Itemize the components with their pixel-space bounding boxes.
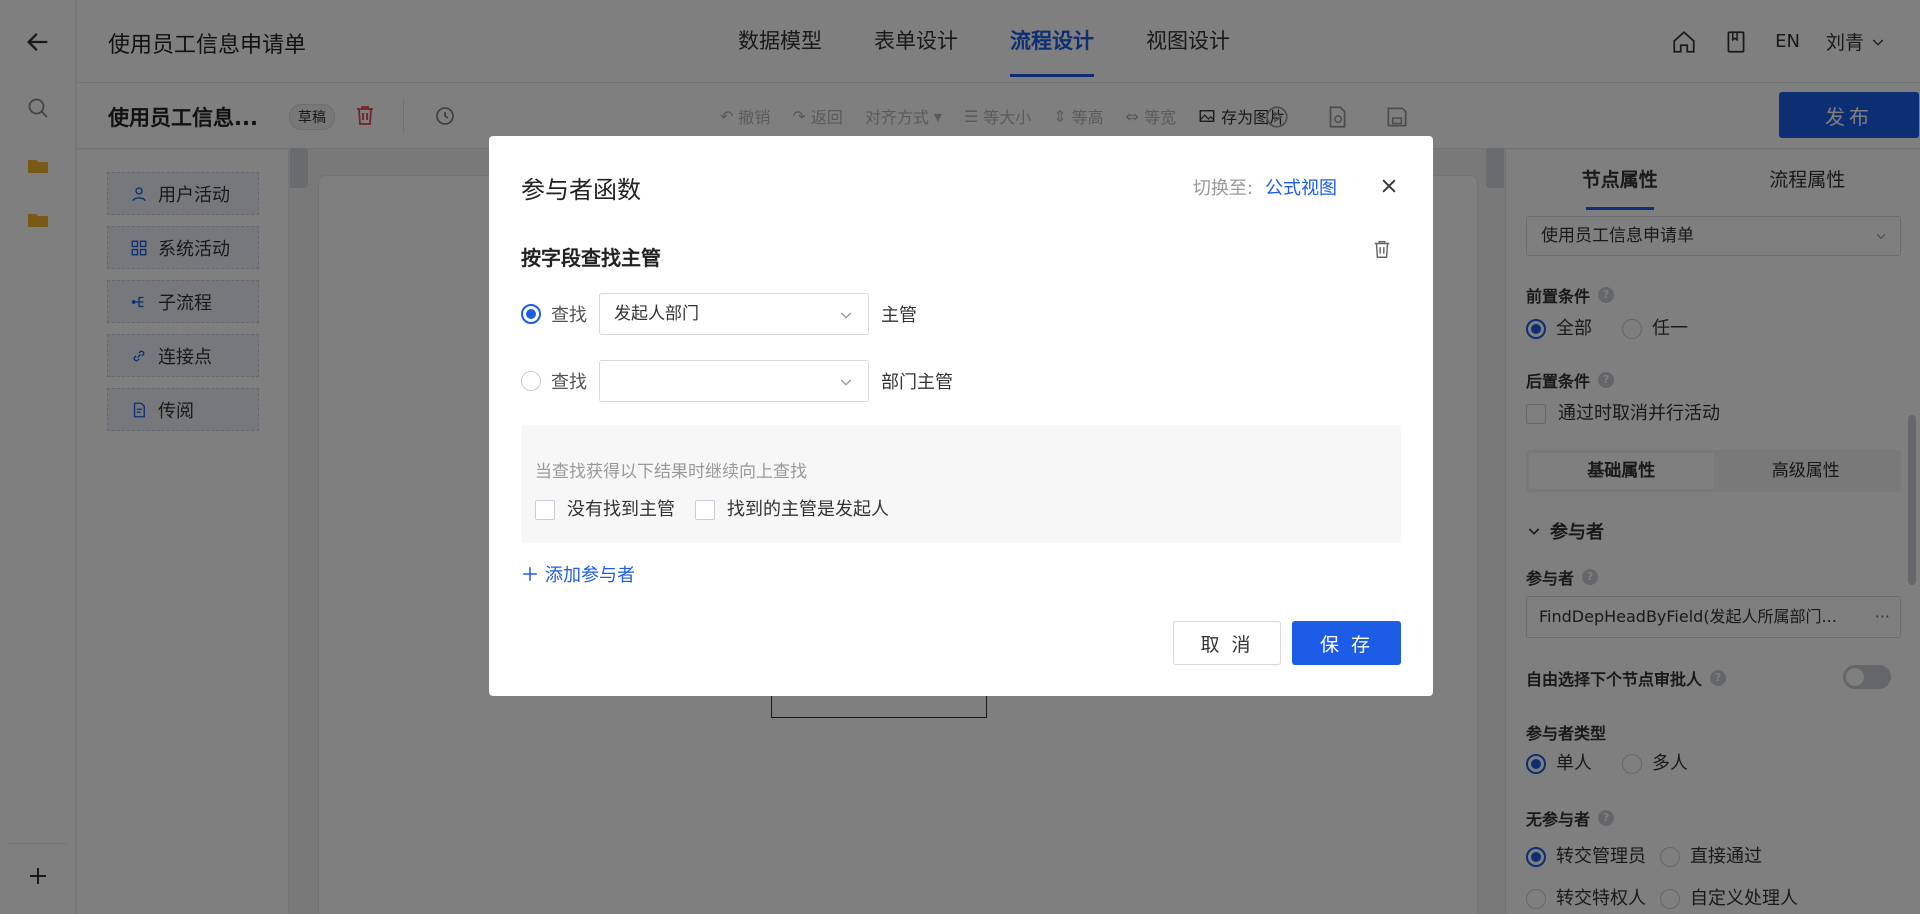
checkbox-manager-is-initiator[interactable]: 找到的主管是发起人 (695, 495, 889, 521)
trash-icon[interactable] (1371, 238, 1393, 260)
continue-options: 没有找到主管 找到的主管是发起人 (535, 495, 889, 521)
find-row-1: 查找 发起人部门 主管 (521, 293, 917, 335)
dialog-title: 参与者函数 (521, 176, 641, 204)
continue-search-box: 当查找获得以下结果时继续向上查找 没有找到主管 找到的主管是发起人 (521, 425, 1401, 543)
chevron-down-icon (840, 312, 852, 319)
cancel-button[interactable]: 取 消 (1173, 621, 1281, 665)
chevron-down-icon (840, 379, 852, 386)
checkbox-icon (535, 500, 555, 520)
close-icon[interactable] (1379, 176, 1399, 196)
save-button[interactable]: 保 存 (1292, 621, 1401, 665)
find-label: 查找 (551, 305, 587, 326)
function-section-title: 按字段查找主管 (521, 246, 661, 270)
continue-hint: 当查找获得以下结果时继续向上查找 (535, 462, 807, 482)
add-participant-label: 添加参与者 (545, 565, 635, 586)
plus-icon (523, 567, 537, 581)
checkbox-label: 找到的主管是发起人 (727, 499, 889, 520)
checkbox-label: 没有找到主管 (567, 499, 675, 520)
participant-function-dialog: 参与者函数 切换至: 公式视图 按字段查找主管 查找 发起人部门 主管 查找 部门… (489, 136, 1433, 696)
checkbox-no-manager[interactable]: 没有找到主管 (535, 495, 675, 521)
add-participant-link[interactable]: 添加参与者 (521, 561, 635, 587)
radio-find-dept-head[interactable] (521, 371, 541, 391)
radio-find-by-field[interactable] (521, 304, 541, 324)
field-select-value: 发起人部门 (614, 304, 699, 324)
field-select-1[interactable]: 发起人部门 (599, 293, 869, 335)
suffix-label: 主管 (881, 305, 917, 326)
checkbox-icon (695, 500, 715, 520)
switch-label: 切换至: (1192, 178, 1253, 199)
find-label: 查找 (551, 372, 587, 393)
formula-view-link[interactable]: 公式视图 (1265, 178, 1337, 199)
field-select-2[interactable] (599, 360, 869, 402)
suffix-label: 部门主管 (881, 372, 953, 393)
view-switch: 切换至: 公式视图 (1193, 174, 1337, 200)
find-row-2: 查找 部门主管 (521, 360, 953, 402)
